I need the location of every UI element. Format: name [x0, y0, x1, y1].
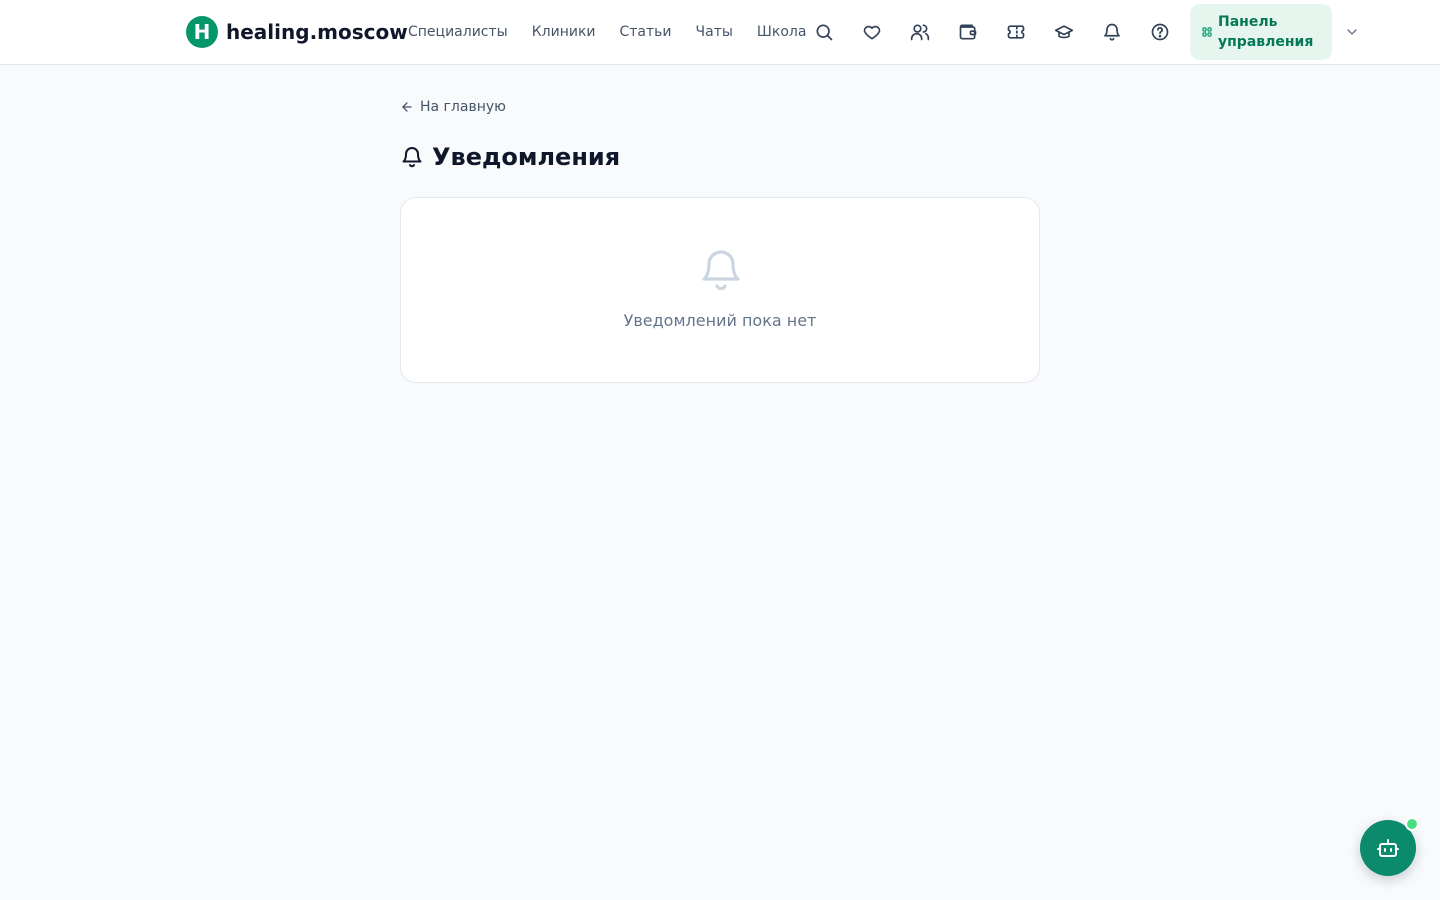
notifications-button[interactable]: [1096, 16, 1128, 48]
back-link-label: На главную: [420, 99, 506, 115]
top-header: H healing.moscow Специалисты Клиники Ста…: [0, 0, 1440, 65]
user-menu-toggle[interactable]: [1342, 22, 1362, 42]
page-title: Уведомления: [432, 143, 621, 171]
wallet-icon: [959, 24, 977, 40]
bell-icon: [1104, 23, 1120, 41]
bell-icon: [702, 250, 740, 291]
dashboard-label: Панель управления: [1218, 14, 1314, 50]
help-button[interactable]: [1144, 16, 1176, 48]
nav-item-clinics[interactable]: Клиники: [532, 22, 596, 42]
empty-state-card: Уведомлений пока нет: [400, 197, 1040, 383]
grid-icon: [1202, 27, 1212, 37]
help-icon: [1151, 23, 1169, 41]
online-status-dot: [1405, 817, 1419, 831]
school-button[interactable]: [1048, 16, 1080, 48]
arrow-left-icon: [402, 102, 412, 112]
page-header: Уведомления: [400, 142, 620, 172]
nav-item-specialists[interactable]: Специалисты: [408, 22, 508, 42]
bot-icon: [1377, 839, 1399, 857]
heart-icon: [863, 25, 881, 40]
ticket-icon: [1007, 25, 1025, 39]
chevron-down-icon: [1347, 29, 1357, 35]
logo-mark: H: [186, 16, 218, 48]
search-button[interactable]: [808, 16, 840, 48]
back-to-home-link[interactable]: На главную: [400, 97, 506, 117]
users-button[interactable]: [904, 16, 936, 48]
dashboard-button[interactable]: Панель управления: [1190, 4, 1332, 60]
logo-text: healing.moscow: [226, 20, 408, 44]
favorites-button[interactable]: [856, 16, 888, 48]
tickets-button[interactable]: [1000, 16, 1032, 48]
graduation-cap-icon: [1054, 25, 1074, 39]
main-nav: Специалисты Клиники Статьи Чаты Школа: [408, 22, 830, 42]
empty-state-text: Уведомлений пока нет: [623, 311, 817, 330]
nav-item-articles[interactable]: Статьи: [620, 22, 672, 42]
site-logo[interactable]: H healing.moscow: [186, 16, 408, 48]
users-icon: [910, 24, 930, 41]
nav-item-school[interactable]: Школа: [757, 22, 807, 42]
wallet-button[interactable]: [952, 16, 984, 48]
nav-item-chats[interactable]: Чаты: [696, 22, 733, 42]
bell-icon: [402, 147, 422, 168]
search-icon: [816, 24, 833, 41]
